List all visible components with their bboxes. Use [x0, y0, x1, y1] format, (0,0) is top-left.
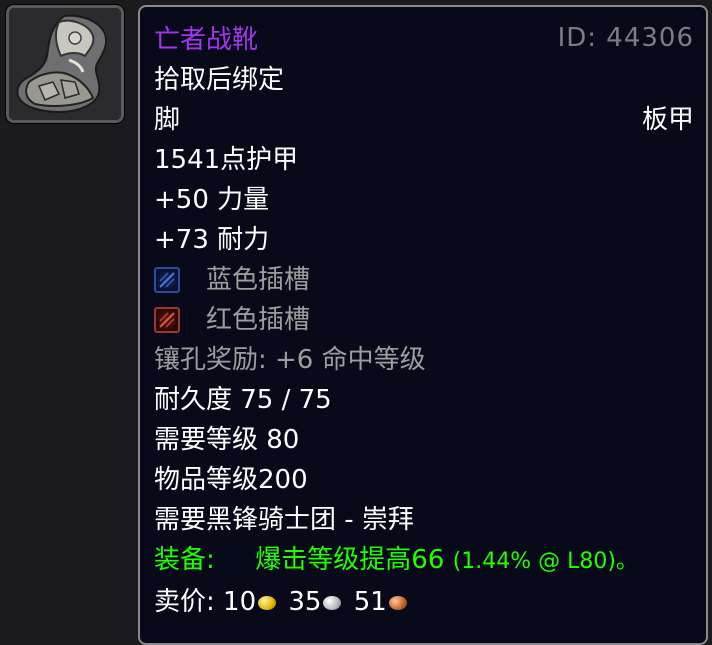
gold-amount: 10	[223, 587, 257, 617]
silver-coin-icon	[323, 595, 342, 610]
sell-price-label: 卖价:	[154, 587, 215, 617]
copper-amount: 51	[353, 587, 387, 617]
stat-strength: +50 力量	[154, 185, 270, 215]
blue-socket-label: 蓝色插槽	[206, 265, 311, 295]
gold-coin-icon	[258, 595, 277, 610]
equip-prefix: 装备:	[154, 545, 215, 575]
socket-bonus: 镶孔奖励: +6 命中等级	[154, 345, 426, 375]
armor-type: 板甲	[641, 105, 694, 135]
armor-value: 1541点护甲	[154, 145, 299, 175]
equip-detail: (1.44% @ L80)。	[452, 549, 638, 574]
required-level: 需要等级 80	[154, 425, 300, 455]
item-level: 物品等级200	[154, 465, 308, 495]
copper-coin-icon	[388, 595, 407, 610]
blue-socket-icon	[154, 267, 180, 293]
boot-icon	[9, 8, 121, 120]
equip-effect-line: 装备: 爆击等级提高66 (1.44% @ L80)。	[154, 545, 638, 577]
stat-stamina: +73 耐力	[154, 225, 270, 255]
red-socket-label: 红色插槽	[206, 305, 311, 335]
equip-effect: 爆击等级提高66	[255, 545, 445, 575]
item-icon-frame[interactable]	[6, 5, 124, 123]
durability: 耐久度 75 / 75	[154, 385, 332, 415]
silver-amount: 35	[288, 587, 322, 617]
sell-price-line: 卖价: 10 35 51	[154, 587, 411, 617]
reputation-requirement: 需要黑锋骑士团 - 崇拜	[154, 505, 414, 535]
item-name: 亡者战靴	[154, 25, 259, 55]
item-tooltip: 亡者战靴 ID: 44306 拾取后绑定 脚 板甲 1541点护甲 +50 力量…	[138, 5, 708, 645]
red-socket-icon	[154, 307, 180, 333]
bind-type: 拾取后绑定	[154, 65, 285, 95]
item-id: ID: 44306	[557, 23, 694, 53]
item-slot: 脚	[154, 105, 181, 135]
